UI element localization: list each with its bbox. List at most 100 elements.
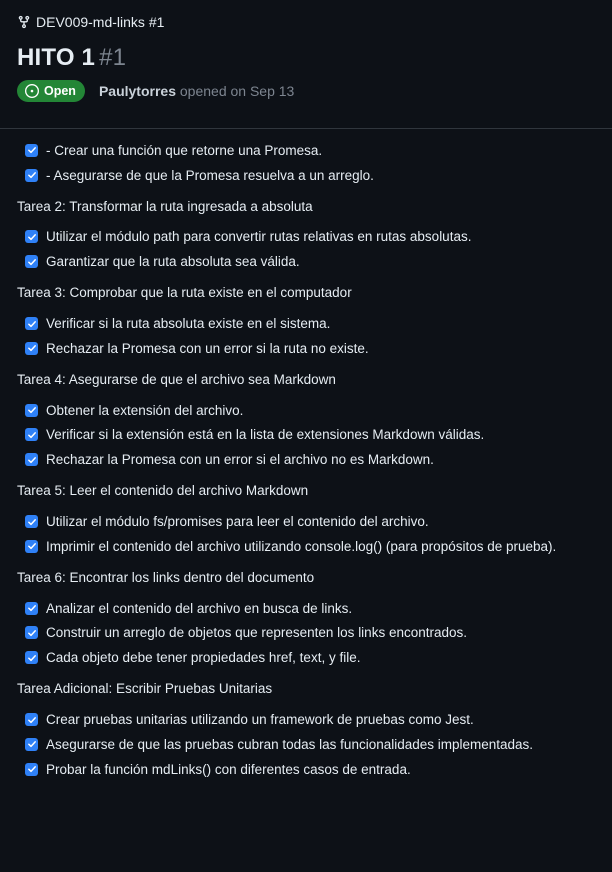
section-tarea-4: Tarea 4: Asegurarse de que el archivo se… (0, 367, 612, 472)
task-item: Rechazar la Promesa con un error si la r… (25, 336, 612, 361)
task-label: - Crear una función que retorne una Prom… (46, 142, 323, 158)
task-item: Utilizar el módulo fs/promises para leer… (25, 509, 612, 534)
task-label: Asegurarse de que las pruebas cubran tod… (46, 736, 534, 752)
checkmark-icon (27, 630, 36, 637)
section-title: Tarea 5: Leer el contenido del archivo M… (17, 483, 309, 499)
task-label: Utilizar el módulo fs/promises para leer… (46, 514, 429, 530)
task-checkbox[interactable] (25, 539, 38, 553)
task-list: Analizar el contenido del archivo en bus… (0, 596, 612, 670)
checkmark-icon (27, 432, 36, 439)
checkmark-icon (27, 407, 36, 414)
checkmark-icon (27, 654, 36, 661)
checkmark-icon (27, 320, 36, 327)
task-item: Rechazar la Promesa con un error si el a… (25, 447, 612, 472)
checkmark-icon (27, 518, 36, 525)
task-label: Garantizar que la ruta absoluta sea váli… (46, 254, 300, 270)
checkmark-icon (27, 258, 36, 265)
task-item: Imprimir el contenido del archivo utiliz… (25, 534, 612, 559)
task-label: Utilizar el módulo path para convertir r… (46, 229, 472, 245)
checkmark-icon (27, 234, 36, 241)
task-item: - Asegurarse de que la Promesa resuelva … (25, 163, 612, 188)
task-label: Crear pruebas unitarias utilizando un fr… (46, 712, 474, 728)
task-item: Utilizar el módulo path para convertir r… (25, 225, 612, 250)
task-checkbox[interactable] (25, 255, 38, 269)
task-label: Analizar el contenido del archivo en bus… (46, 600, 353, 616)
task-label: Probar la función mdLinks() con diferent… (46, 761, 411, 777)
task-checkbox[interactable] (25, 737, 38, 751)
task-label: Rechazar la Promesa con un error si el a… (46, 452, 434, 468)
task-checkbox[interactable] (25, 143, 38, 157)
checkmark-icon (27, 741, 36, 748)
task-item: Verificar si la extensión está en la lis… (25, 423, 612, 448)
task-item: - Crear una función que retorne una Prom… (25, 138, 612, 163)
task-list: Verificar si la ruta absoluta existe en … (0, 311, 612, 361)
task-item: Crear pruebas unitarias utilizando un fr… (25, 707, 612, 732)
top-task-list: - Crear una función que retorne una Prom… (0, 138, 612, 188)
section-title: Tarea 4: Asegurarse de que el archivo se… (17, 371, 336, 387)
issue-title-heading: HITO 1 #1 (17, 44, 126, 72)
task-item: Asegurarse de que las pruebas cubran tod… (25, 732, 612, 757)
task-checkbox[interactable] (25, 428, 38, 442)
task-checkbox[interactable] (25, 626, 38, 640)
task-checkbox[interactable] (25, 317, 38, 331)
task-checkbox[interactable] (25, 713, 38, 727)
task-label: Verificar si la extensión está en la lis… (46, 427, 485, 443)
task-label: Cada objeto debe tener propiedades href,… (46, 650, 361, 666)
status-label: Open (44, 84, 76, 98)
task-list: Utilizar el módulo path para convertir r… (0, 225, 612, 275)
checkmark-icon (27, 345, 36, 352)
issue-number: #1 (99, 44, 127, 71)
section-tarea-5: Tarea 5: Leer el contenido del archivo M… (0, 478, 612, 559)
section-title: Tarea Adicional: Escribir Pruebas Unitar… (17, 681, 273, 697)
section-tarea-adicional: Tarea Adicional: Escribir Pruebas Unitar… (0, 676, 612, 781)
task-list: Utilizar el módulo fs/promises para leer… (0, 509, 612, 559)
task-list: Crear pruebas unitarias utilizando un fr… (0, 707, 612, 781)
task-checkbox[interactable] (25, 515, 38, 529)
task-label: Verificar si la ruta absoluta existe en … (46, 316, 331, 332)
task-checkbox[interactable] (25, 341, 38, 355)
issue-opened-icon (25, 84, 39, 98)
repo-name[interactable]: DEV009-md-links #1 (36, 14, 164, 30)
issue-opened-info: Paulytorres opened on Sep 13 (99, 83, 294, 99)
status-badge: Open (17, 80, 85, 102)
section-title: Tarea 2: Transformar la ruta ingresada a… (17, 198, 313, 214)
repo-breadcrumb[interactable]: DEV009-md-links #1 (17, 14, 164, 30)
checkmark-icon (27, 147, 36, 154)
section-title: Tarea 6: Encontrar los links dentro del … (17, 569, 315, 585)
task-checkbox[interactable] (25, 601, 38, 615)
task-checkbox[interactable] (25, 403, 38, 417)
section-tarea-2: Tarea 2: Transformar la ruta ingresada a… (0, 194, 612, 275)
task-checkbox[interactable] (25, 651, 38, 665)
task-list: Obtener la extensión del archivo. Verifi… (0, 398, 612, 472)
checkmark-icon (27, 716, 36, 723)
issue-body: - Crear una función que retorne una Prom… (0, 138, 612, 788)
issue-title: HITO 1 (17, 44, 96, 71)
checkmark-icon (27, 456, 36, 463)
section-tarea-6: Tarea 6: Encontrar los links dentro del … (0, 565, 612, 670)
task-item: Analizar el contenido del archivo en bus… (25, 596, 612, 621)
task-item: Probar la función mdLinks() con diferent… (25, 757, 612, 782)
task-label: Imprimir el contenido del archivo utiliz… (46, 538, 557, 554)
task-checkbox[interactable] (25, 453, 38, 467)
task-item: Garantizar que la ruta absoluta sea váli… (25, 249, 612, 274)
section-tarea-3: Tarea 3: Comprobar que la ruta existe en… (0, 280, 612, 361)
opened-date: opened on Sep 13 (179, 83, 295, 99)
repo-forked-icon (18, 15, 30, 29)
header-divider (0, 128, 612, 129)
task-checkbox[interactable] (25, 230, 38, 244)
task-label: - Asegurarse de que la Promesa resuelva … (46, 167, 374, 183)
task-item: Construir un arreglo de objetos que repr… (25, 621, 612, 646)
task-checkbox[interactable] (25, 762, 38, 776)
section-title: Tarea 3: Comprobar que la ruta existe en… (17, 285, 352, 301)
checkmark-icon (27, 543, 36, 550)
task-item: Cada objeto debe tener propiedades href,… (25, 645, 612, 670)
author-link[interactable]: Paulytorres (99, 83, 176, 99)
task-item: Verificar si la ruta absoluta existe en … (25, 311, 612, 336)
checkmark-icon (27, 605, 36, 612)
issue-meta: Open Paulytorres opened on Sep 13 (17, 80, 294, 102)
task-item: Obtener la extensión del archivo. (25, 398, 612, 423)
checkmark-icon (27, 172, 36, 179)
task-label: Rechazar la Promesa con un error si la r… (46, 340, 369, 356)
task-checkbox[interactable] (25, 168, 38, 182)
task-label: Obtener la extensión del archivo. (46, 402, 244, 418)
